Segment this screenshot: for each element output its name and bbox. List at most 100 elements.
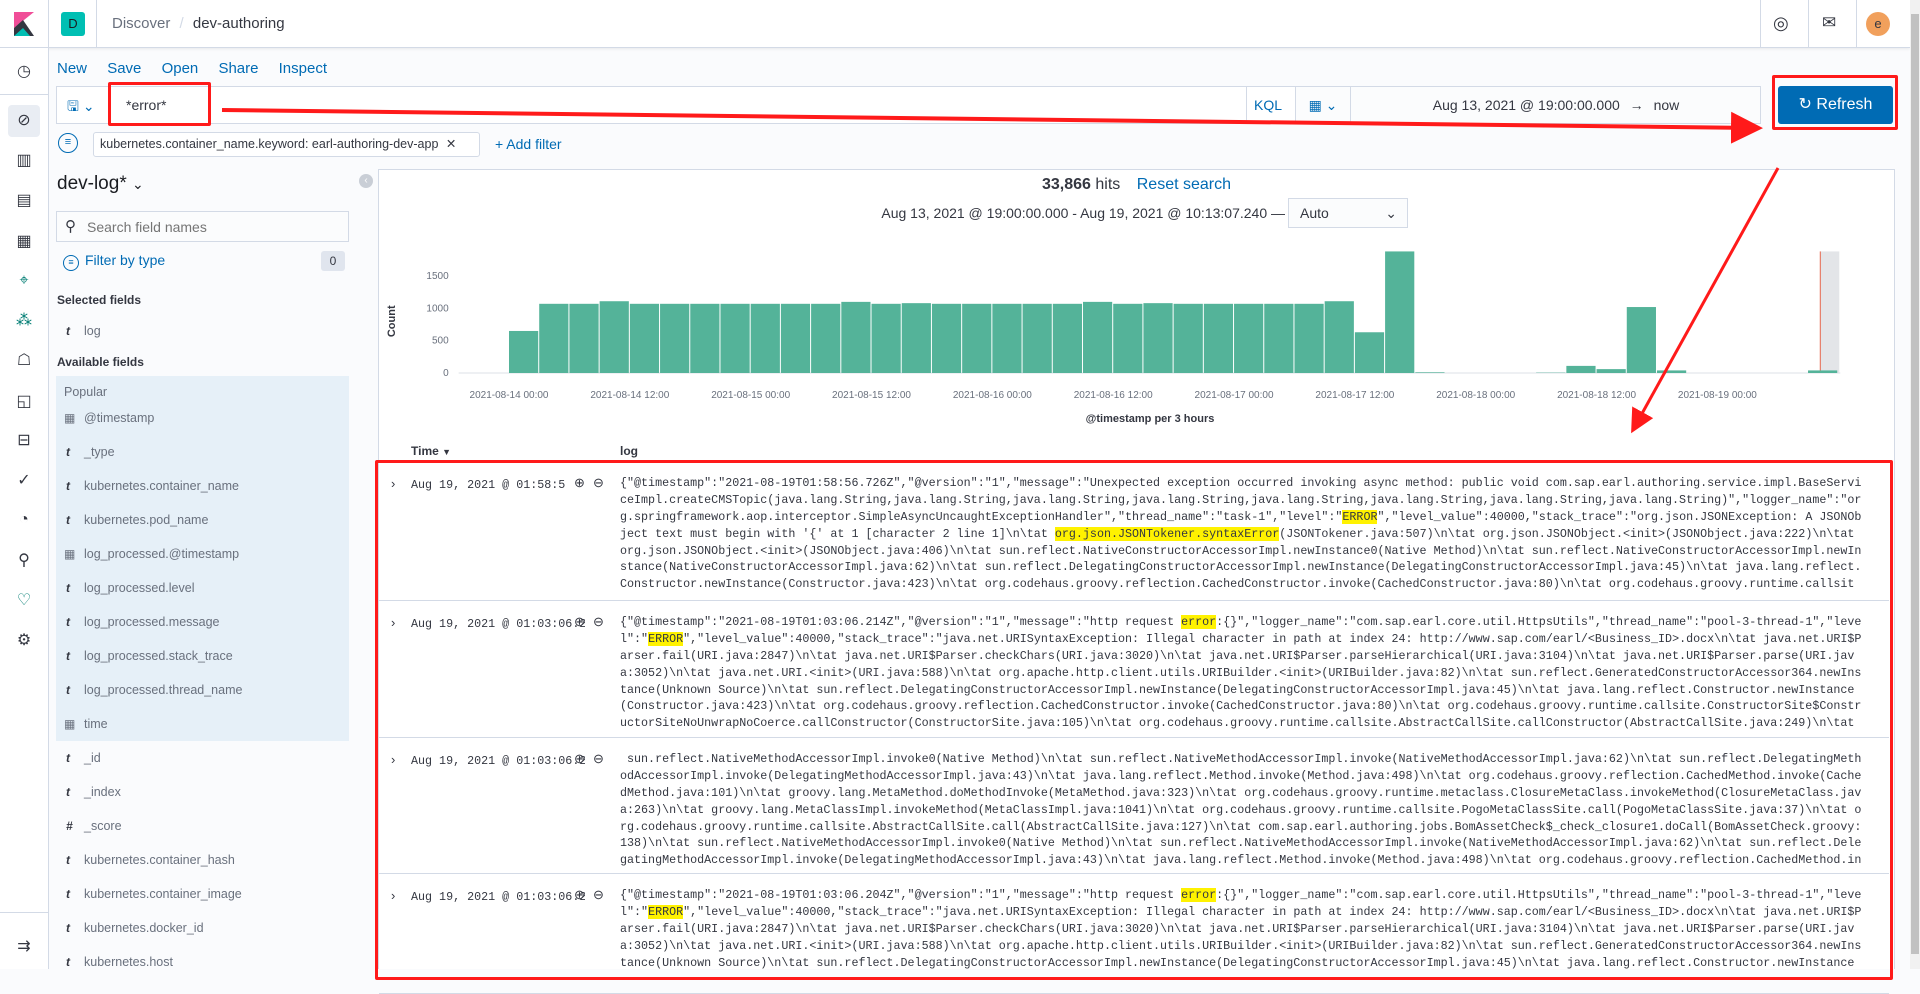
dev-tools-icon[interactable]: ⚲ <box>12 549 36 573</box>
maps-icon[interactable]: ⌖ <box>12 269 36 293</box>
string-type-icon: t <box>66 921 78 935</box>
histogram-bar <box>1174 304 1203 373</box>
column-header-time[interactable]: Time ▼ <box>411 444 451 458</box>
histogram-bar <box>781 304 810 373</box>
hits-label: hits <box>1095 176 1120 193</box>
logs-icon[interactable]: ◱ <box>12 390 36 414</box>
string-type-icon: t <box>66 649 78 663</box>
x-axis-label: @timestamp per 3 hours <box>1086 413 1215 425</box>
filter-by-type-label: Filter by type <box>85 252 165 268</box>
management-icon[interactable]: ⚙ <box>12 629 36 653</box>
add-filter-button[interactable]: + Add filter <box>495 136 562 152</box>
ml-icon[interactable]: ⁂ <box>12 309 36 333</box>
popular-field[interactable]: log_processed.thread_name <box>84 683 242 697</box>
avatar[interactable]: e <box>1866 12 1890 36</box>
column-header-log: log <box>620 444 638 458</box>
breadcrumb-discover[interactable]: Discover <box>112 15 170 32</box>
apm-icon[interactable]: ⊟ <box>12 429 36 453</box>
field-search-input[interactable] <box>87 212 342 241</box>
remove-filter-icon[interactable]: ✕ <box>446 137 456 151</box>
reset-search-link[interactable]: Reset search <box>1137 176 1231 193</box>
filter-options-icon[interactable]: ≡ <box>58 133 78 153</box>
available-field[interactable]: kubernetes.host <box>84 955 173 969</box>
date-start[interactable]: Aug 13, 2021 @ 19:00:00.000 <box>1433 97 1620 113</box>
kql-toggle[interactable]: KQL <box>1246 87 1289 123</box>
filter-pill[interactable]: kubernetes.container_name.keyword: earl-… <box>93 132 480 157</box>
selected-field[interactable]: log <box>84 324 101 338</box>
mail-icon[interactable]: ✉ <box>1822 13 1836 33</box>
histogram-bar <box>992 304 1021 373</box>
query-input[interactable] <box>109 87 1246 123</box>
y-tick-label: 0 <box>443 368 449 379</box>
popular-field[interactable]: _type <box>84 445 115 459</box>
annotation-box-refresh <box>1772 75 1898 130</box>
histogram-bar <box>841 302 870 373</box>
popular-field[interactable]: kubernetes.container_name <box>84 479 239 493</box>
menu-share[interactable]: Share <box>218 60 258 77</box>
collapse-nav-icon[interactable]: ⇉ <box>12 935 36 959</box>
available-field[interactable]: _index <box>84 785 121 799</box>
x-tick-label: 2021-08-18 12:00 <box>1557 390 1636 401</box>
available-field[interactable]: kubernetes.container_hash <box>84 853 235 867</box>
histogram-chart[interactable]: 0500100015002021-08-14 00:002021-08-14 1… <box>378 235 1893 435</box>
available-field[interactable]: _id <box>84 751 101 765</box>
discover-icon[interactable]: ⊘ <box>8 105 40 137</box>
histogram-bar <box>1113 304 1142 373</box>
filter-by-type-button[interactable]: ≡Filter by type <box>63 252 165 271</box>
canvas-icon[interactable]: ▦ <box>12 230 36 254</box>
histogram-bar <box>1234 304 1263 373</box>
siem-icon[interactable]: ◔ <box>12 508 36 532</box>
index-pattern-label: dev-log* <box>57 173 127 194</box>
calendar-icon: ▦ <box>64 547 76 561</box>
histogram-bar <box>1657 370 1686 373</box>
page-scrollbar[interactable] <box>1910 0 1920 969</box>
histogram-bar <box>811 304 840 373</box>
quick-menu-button[interactable]: ▦ ⌄ <box>1296 87 1351 123</box>
histogram-bar <box>1204 304 1233 373</box>
breadcrumb-current: dev-authoring <box>193 15 285 32</box>
monitoring-icon[interactable]: ♡ <box>12 589 36 613</box>
popular-field[interactable]: log_processed.level <box>84 581 195 595</box>
menu-inspect[interactable]: Inspect <box>279 60 327 77</box>
popular-field[interactable]: log_processed.stack_trace <box>84 649 233 663</box>
menu-save[interactable]: Save <box>107 60 141 77</box>
available-field[interactable]: kubernetes.container_image <box>84 887 242 901</box>
collapse-sidebar-icon[interactable]: ‹ <box>359 174 373 188</box>
y-tick-label: 1000 <box>426 303 449 314</box>
available-field[interactable]: _score <box>84 819 122 833</box>
sort-down-icon: ▼ <box>442 447 451 457</box>
popular-field[interactable]: kubernetes.pod_name <box>84 513 208 527</box>
chevron-down-icon: ⌄ <box>1385 199 1397 227</box>
uptime-icon[interactable]: ✓ <box>12 469 36 493</box>
partial-bucket-shade <box>1820 251 1839 373</box>
index-pattern-selector[interactable]: dev-log* ⌄ <box>57 173 144 195</box>
available-field[interactable]: kubernetes.docker_id <box>84 921 204 935</box>
popular-field[interactable]: log_processed.@timestamp <box>84 547 239 561</box>
search-icon: ⚲ <box>65 217 76 235</box>
filter-pill-label: kubernetes.container_name.keyword: earl-… <box>100 137 438 151</box>
space-badge[interactable]: D <box>61 12 85 36</box>
interval-select[interactable]: Auto ⌄ <box>1288 198 1408 228</box>
dashboard-icon[interactable]: ▤ <box>12 189 36 213</box>
popular-field[interactable]: @timestamp <box>84 411 154 425</box>
histogram-bar <box>630 304 659 373</box>
saved-query-button[interactable]: 🖫 ⌄ <box>57 87 109 123</box>
string-type-icon: t <box>66 324 78 338</box>
menu-open[interactable]: Open <box>162 60 199 77</box>
visualize-icon[interactable]: ▥ <box>12 149 36 173</box>
histogram-bar <box>1325 301 1354 373</box>
menu-new[interactable]: New <box>57 60 87 77</box>
popular-field[interactable]: time <box>84 717 108 731</box>
help-icon[interactable]: ◎ <box>1773 13 1789 34</box>
histogram-bar <box>1023 304 1052 373</box>
clock-icon[interactable]: ◷ <box>12 60 36 84</box>
annotation-box-query <box>108 82 211 126</box>
kibana-logo[interactable] <box>14 12 34 36</box>
string-type-icon: t <box>66 853 78 867</box>
y-axis-label: Count <box>386 305 398 337</box>
x-tick-label: 2021-08-15 00:00 <box>711 390 790 401</box>
metrics-icon[interactable]: ☖ <box>12 349 36 373</box>
date-end[interactable]: now <box>1654 97 1680 113</box>
date-range[interactable]: Aug 13, 2021 @ 19:00:00.000 → now <box>1351 87 1761 123</box>
popular-field[interactable]: log_processed.message <box>84 615 220 629</box>
